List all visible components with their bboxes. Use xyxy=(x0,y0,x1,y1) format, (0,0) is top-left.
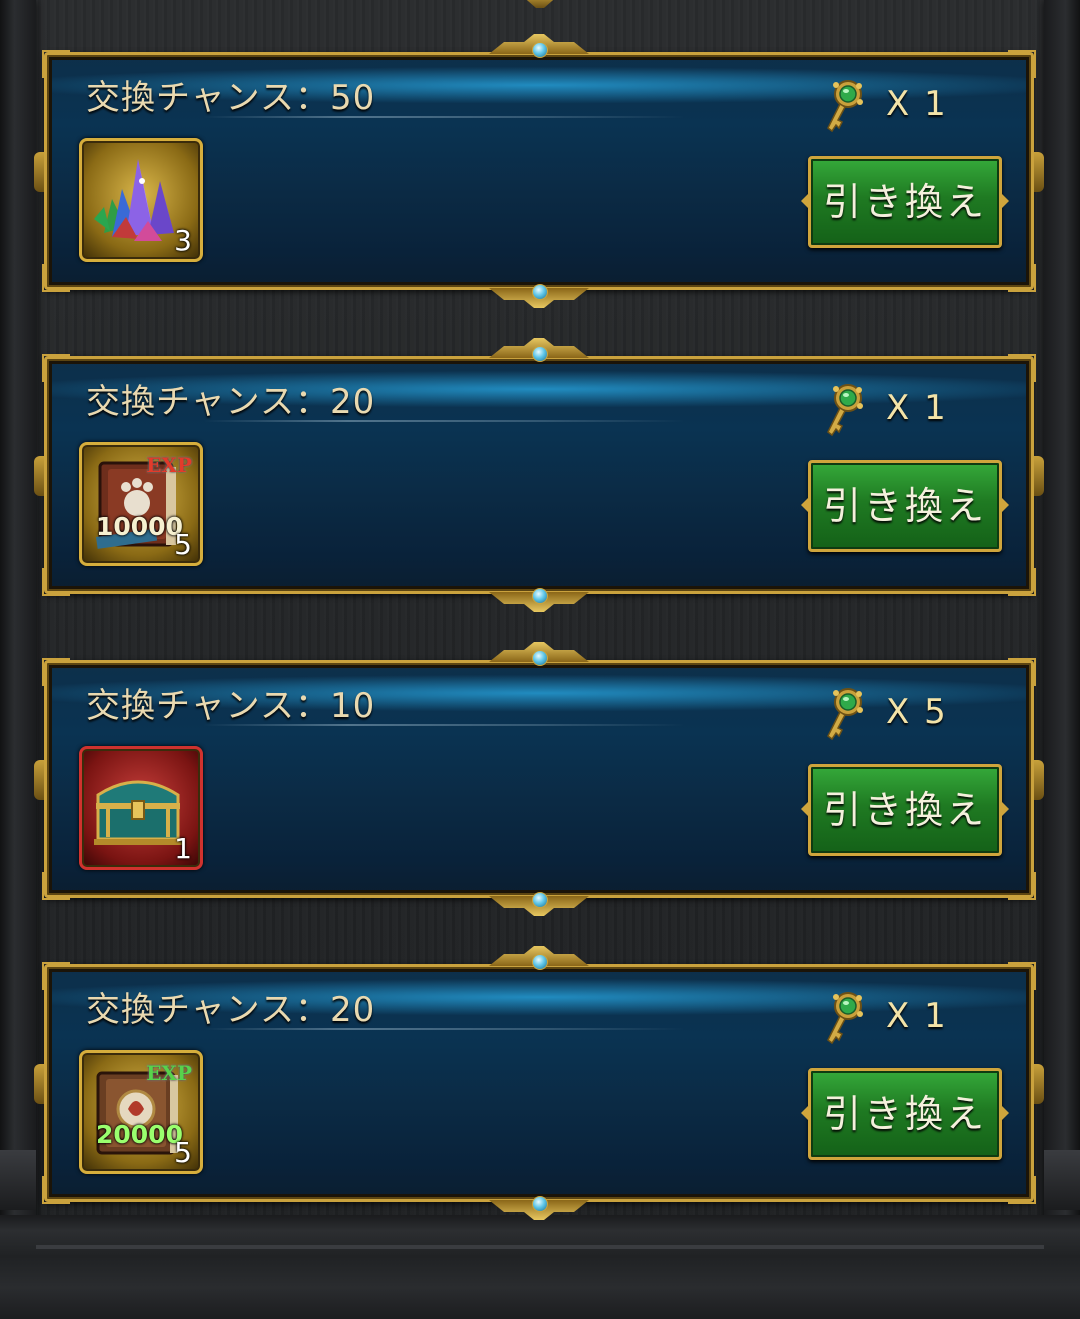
cost-amount: X 1 xyxy=(886,84,948,124)
reward-item-slot[interactable]: 1 xyxy=(79,746,203,870)
exp-amount: 10000 xyxy=(96,512,183,541)
item-count: 5 xyxy=(174,1136,192,1169)
item-count: 5 xyxy=(174,528,192,561)
exchange-button[interactable]: 引き換え xyxy=(808,1068,1002,1160)
cost-amount: X 1 xyxy=(886,996,948,1036)
exchange-card: 交換チャンス：50 3 X 1 引き換え xyxy=(34,34,1044,290)
item-count: 3 xyxy=(174,224,192,257)
exchange-chance-label: 交換チャンス：20 xyxy=(86,382,376,422)
gold-key-icon xyxy=(820,686,866,742)
exchange-chance-label: 交換チャンス：50 xyxy=(86,78,376,118)
exchange-button[interactable]: 引き換え xyxy=(808,156,1002,248)
gold-key-icon xyxy=(820,78,866,134)
gem-ornament xyxy=(532,1196,548,1212)
gold-key-icon xyxy=(820,990,866,1046)
gem-ornament xyxy=(532,588,548,604)
gem-ornament xyxy=(532,954,548,970)
exp-tag: EXP xyxy=(146,1061,192,1085)
right-pillar xyxy=(1044,0,1080,1319)
reward-item-slot[interactable]: EXP 10000 5 xyxy=(79,442,203,566)
exchange-button[interactable]: 引き換え xyxy=(808,764,1002,856)
exchange-chance-label: 交換チャンス：20 xyxy=(86,990,376,1030)
exchange-chance-label: 交換チャンス：10 xyxy=(86,686,376,726)
reward-item-slot[interactable]: 3 xyxy=(79,138,203,262)
gem-ornament xyxy=(532,650,548,666)
item-count: 1 xyxy=(174,832,192,865)
gem-ornament xyxy=(532,892,548,908)
top-ornament xyxy=(520,0,560,8)
exp-amount: 20000 xyxy=(96,1120,183,1149)
exp-tag: EXP xyxy=(146,453,192,477)
gem-ornament xyxy=(532,284,548,300)
gold-key-icon xyxy=(820,382,866,438)
exchange-card: 交換チャンス：10 1 X 5 引き換え xyxy=(34,642,1044,898)
cost-amount: X 1 xyxy=(886,388,948,428)
exchange-card: 交換チャンス：20 EXP 20000 5 X 1 引き換え xyxy=(34,946,1044,1202)
cost-amount: X 5 xyxy=(886,692,948,732)
gem-ornament xyxy=(532,42,548,58)
exchange-card: 交換チャンス：20 EXP 10000 5 X 1 引き換え xyxy=(34,338,1044,594)
floor-ledge xyxy=(0,1215,1080,1319)
exchange-button[interactable]: 引き換え xyxy=(808,460,1002,552)
reward-item-slot[interactable]: EXP 20000 5 xyxy=(79,1050,203,1174)
gem-ornament xyxy=(532,346,548,362)
left-pillar xyxy=(0,0,36,1319)
